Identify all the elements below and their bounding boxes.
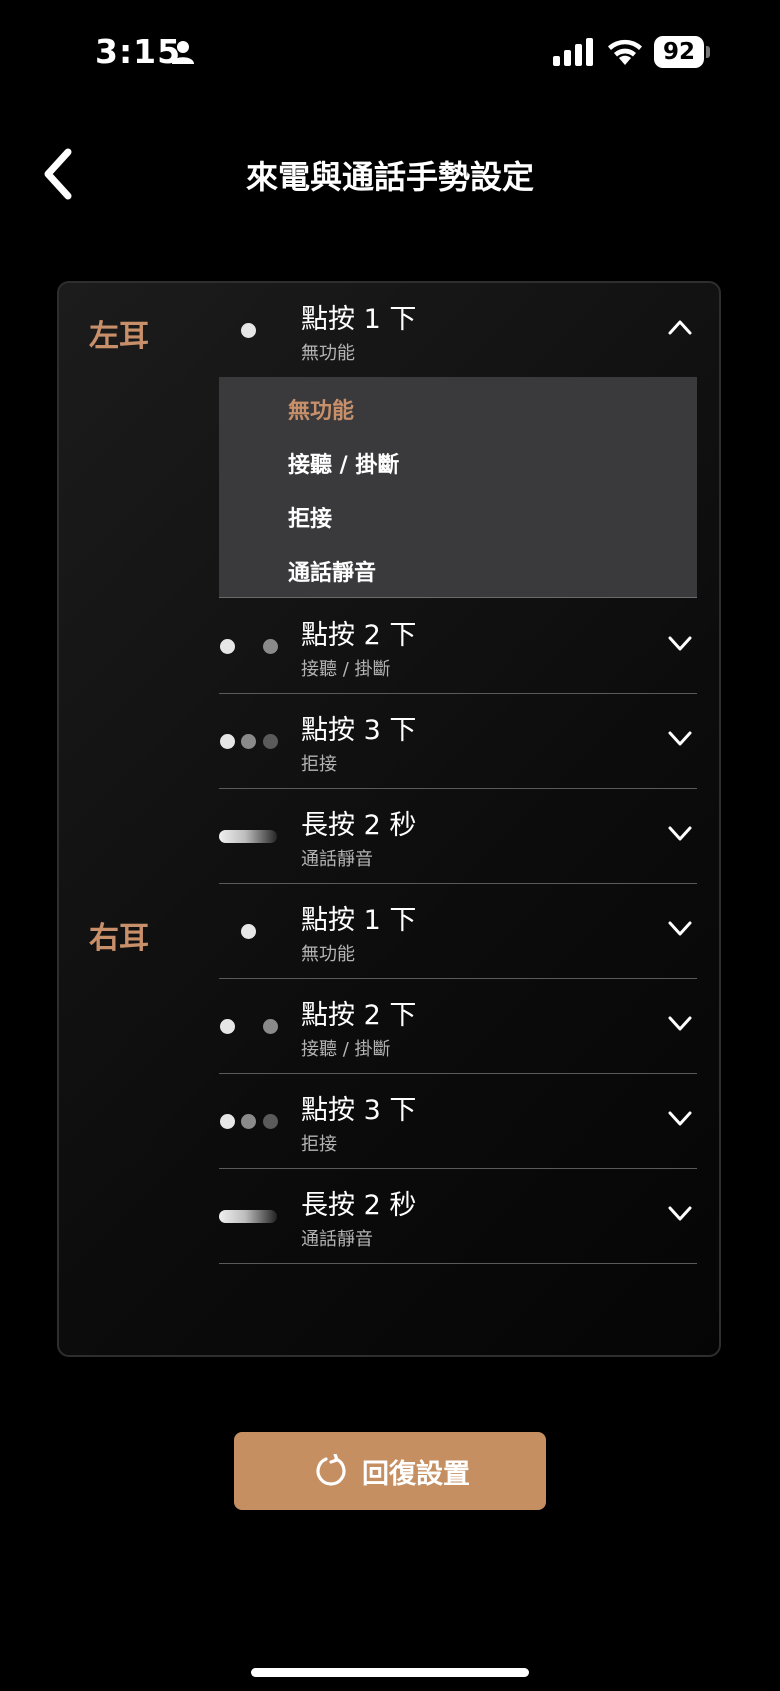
option-mute-call[interactable]: 通話靜音 (288, 555, 668, 587)
function-dropdown: 無功能 接聽 / 掛斷 拒接 通話靜音 (219, 377, 697, 598)
gesture-value: 無功能 (301, 944, 355, 965)
option-answer-hangup[interactable]: 接聽 / 掛斷 (288, 447, 668, 479)
single-tap-icon (219, 884, 279, 978)
left-long-press-row[interactable]: 長按 2 秒 通話靜音 (219, 789, 697, 884)
option-no-function[interactable]: 無功能 (288, 393, 668, 425)
left-ear-label: 左耳 (89, 319, 149, 354)
right-ear-label: 右耳 (89, 921, 149, 956)
gesture-title: 點按 3 下 (301, 1095, 417, 1126)
header: 來電與通話手勢設定 (0, 130, 780, 220)
gesture-title: 點按 2 下 (301, 1000, 417, 1031)
gesture-value: 無功能 (301, 343, 355, 364)
gesture-value: 拒接 (301, 754, 337, 775)
right-double-tap-row[interactable]: 點按 2 下 接聽 / 掛斷 (219, 979, 697, 1074)
triple-tap-icon (219, 694, 279, 788)
gesture-title: 點按 2 下 (301, 620, 417, 651)
option-reject[interactable]: 拒接 (288, 501, 668, 533)
gesture-value: 接聽 / 掛斷 (301, 1039, 391, 1060)
page-title: 來電與通話手勢設定 (245, 158, 534, 196)
chevron-down-icon (668, 636, 692, 651)
gesture-value: 拒接 (301, 1134, 337, 1155)
left-triple-tap-row[interactable]: 點按 3 下 拒接 (219, 694, 697, 789)
reset-settings-button[interactable]: 回復設置 (234, 1432, 546, 1510)
battery-level: 92 (654, 36, 704, 68)
battery-cap (706, 46, 710, 58)
status-bar: 3:15 92 (0, 0, 780, 110)
battery-indicator: 92 (654, 36, 710, 68)
chevron-down-icon (668, 921, 692, 936)
gesture-value: 通話靜音 (301, 849, 373, 870)
chevron-down-icon (668, 826, 692, 841)
gesture-title: 點按 1 下 (301, 905, 417, 936)
left-double-tap-row[interactable]: 點按 2 下 接聽 / 掛斷 (219, 599, 697, 694)
chevron-up-icon (668, 320, 692, 335)
double-tap-icon (219, 599, 279, 693)
gesture-title: 點按 3 下 (301, 715, 417, 746)
right-single-tap-row[interactable]: 點按 1 下 無功能 (219, 884, 697, 979)
person-icon (172, 41, 194, 64)
wifi-icon (608, 39, 642, 65)
status-time: 3:15 (95, 32, 182, 71)
gesture-settings-panel: 左耳 右耳 點按 1 下 無功能 無功能 接聽 / 掛斷 拒接 通話靜音 點按 … (57, 281, 721, 1357)
home-indicator[interactable] (251, 1668, 529, 1677)
chevron-down-icon (668, 1206, 692, 1221)
gesture-title: 點按 1 下 (301, 304, 417, 335)
chevron-down-icon (668, 731, 692, 746)
gesture-value: 通話靜音 (301, 1229, 373, 1250)
left-single-tap-row[interactable]: 點按 1 下 無功能 (219, 283, 697, 377)
right-long-press-row[interactable]: 長按 2 秒 通話靜音 (219, 1169, 697, 1264)
long-press-icon (219, 789, 279, 883)
cellular-signal-icon (553, 38, 593, 66)
double-tap-icon (219, 979, 279, 1073)
gesture-title: 長按 2 秒 (301, 810, 417, 841)
reset-settings-label: 回復設置 (362, 1459, 470, 1490)
triple-tap-icon (219, 1074, 279, 1168)
reset-icon (316, 1454, 346, 1486)
gesture-value: 接聽 / 掛斷 (301, 659, 391, 680)
gesture-title: 長按 2 秒 (301, 1190, 417, 1221)
chevron-down-icon (668, 1111, 692, 1126)
long-press-icon (219, 1169, 279, 1263)
right-triple-tap-row[interactable]: 點按 3 下 拒接 (219, 1074, 697, 1169)
single-tap-icon (219, 283, 279, 377)
chevron-down-icon (668, 1016, 692, 1031)
